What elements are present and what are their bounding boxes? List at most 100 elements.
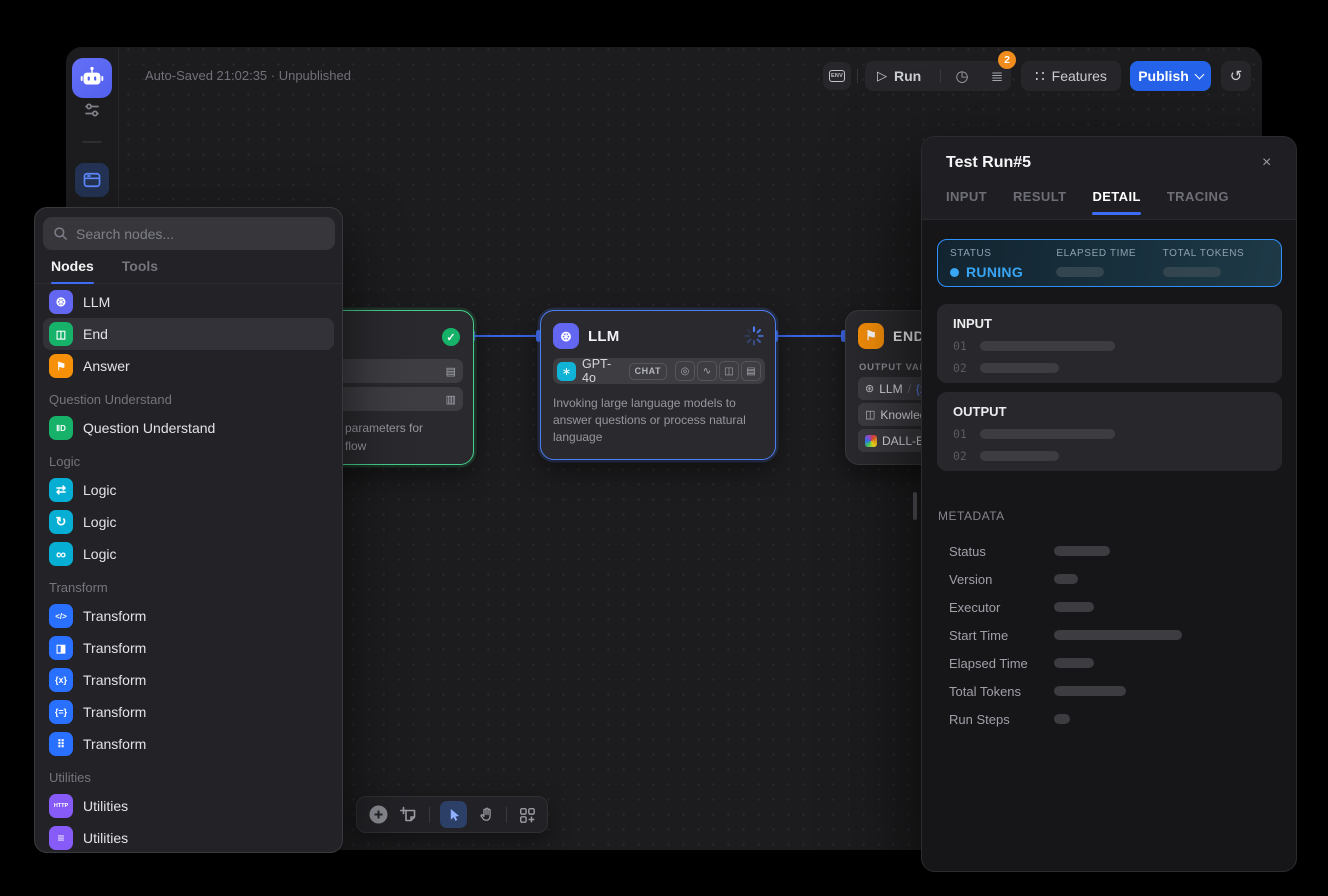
search-placeholder: Search nodes... (76, 226, 174, 242)
node-item-label: Logic (83, 546, 116, 562)
version-history-button[interactable]: ↺ (1221, 61, 1251, 91)
node-item-label: Question Understand (83, 420, 215, 436)
notification-badge: 2 (998, 51, 1016, 69)
sidebar-divider (82, 141, 102, 143)
publish-label: Publish (1138, 68, 1189, 84)
toolbar-divider (506, 807, 507, 823)
skeleton-value (1054, 630, 1182, 640)
node-panel-tab[interactable]: Nodes (51, 258, 94, 283)
metadata-row: Executor (949, 593, 1279, 621)
node-item[interactable]: ◫ End (43, 318, 334, 350)
node-item[interactable]: HTTP Utilities (43, 790, 334, 822)
hand-icon (478, 806, 495, 823)
start-node-description: parameters for flow (345, 419, 423, 455)
add-note-button[interactable] (400, 806, 418, 824)
toolbar-divider (429, 807, 430, 823)
model-selector[interactable]: ∗ GPT-4o CHAT ◎ ∿ ◫ ▤ (553, 358, 765, 384)
search-input[interactable]: Search nodes... (43, 217, 335, 250)
features-button[interactable]: ∷ Features (1021, 61, 1121, 91)
organize-nodes-button[interactable] (518, 806, 536, 824)
elapsed-time-column: ELAPSED TIME (1056, 248, 1162, 278)
io-card: INPUT 01 02 (937, 304, 1282, 383)
skeleton-value (980, 451, 1059, 461)
test-run-tab[interactable]: TRACING (1167, 189, 1229, 216)
success-check-icon: ✓ (442, 328, 460, 346)
env-variables-button[interactable]: ENV (823, 62, 851, 90)
pointer-tool-button[interactable] (440, 801, 467, 828)
features-label: Features (1052, 68, 1107, 84)
app-logo-robot-icon[interactable] (72, 58, 112, 98)
metadata-row: Elapsed Time (949, 649, 1279, 677)
robot-icon (79, 65, 105, 91)
test-run-tab[interactable]: INPUT (946, 189, 987, 216)
panel-scrollbar[interactable] (913, 492, 917, 520)
test-run-header: Test Run#5 × INPUT RESULT DETAIL TRACING (922, 137, 1296, 220)
node-group-label: Question Understand (43, 382, 334, 412)
node-panel-tabs: Nodes Tools (35, 254, 342, 284)
autosave-status: Auto-Saved 21:02:35 · Unpublished (145, 68, 351, 83)
test-run-tab[interactable]: RESULT (1013, 189, 1066, 216)
node-type-icon: ◫ (49, 322, 73, 346)
node-panel-tab[interactable]: Tools (122, 258, 158, 283)
run-button[interactable]: ▷ Run (865, 61, 933, 91)
llm-node-description: Invoking large language models to answer… (553, 395, 765, 446)
variable-source-icon: ◫ (865, 408, 875, 421)
skeleton-value (1054, 658, 1094, 668)
node-item[interactable]: </> Transform (43, 600, 334, 632)
node-type-icon: ⊛ (49, 290, 73, 314)
skeleton-value (1054, 602, 1094, 612)
node-type-icon: ≡ (49, 826, 73, 850)
io-row: 02 (953, 361, 1266, 375)
test-run-tab[interactable]: DETAIL (1092, 189, 1140, 216)
io-row: 02 (953, 449, 1266, 463)
edge-start-to-llm (474, 335, 537, 337)
line-number: 02 (953, 361, 967, 375)
skeleton-value (1054, 714, 1070, 724)
publish-button[interactable]: Publish (1130, 61, 1211, 91)
node-item[interactable]: ⇄ Logic (43, 474, 334, 506)
status-value: RUNING (966, 264, 1023, 280)
node-item[interactable]: ↻ Logic (43, 506, 334, 538)
end-node-icon: ⚑ (858, 323, 884, 349)
node-item[interactable]: ◨ Transform (43, 632, 334, 664)
test-run-panel: Test Run#5 × INPUT RESULT DETAIL TRACING… (921, 136, 1297, 872)
capability-icon: ◎ (675, 361, 695, 381)
node-item[interactable]: ⠿ Transform (43, 728, 334, 760)
preview-window-icon[interactable] (75, 163, 109, 197)
run-history-icon: ◷ (955, 67, 968, 85)
llm-node[interactable]: ⊛ LLM ∗ GPT-4o CHAT (540, 310, 776, 460)
add-node-button[interactable] (368, 804, 389, 825)
close-button[interactable]: × (1262, 154, 1271, 172)
status-card: STATUS RUNING ELAPSED TIME TOTAL TOKENS (937, 239, 1282, 287)
node-type-icon: ⇄ (49, 478, 73, 502)
node-item[interactable]: ≡ Utilities (43, 822, 334, 854)
node-item[interactable]: {=} Transform (43, 696, 334, 728)
node-type-icon: HTTP (49, 794, 73, 818)
node-item[interactable]: ⚑ Answer (43, 350, 334, 382)
node-item[interactable]: ⊛ LLM (43, 286, 334, 318)
search-icon (53, 226, 68, 241)
hand-tool-button[interactable] (478, 806, 495, 823)
node-item-label: Logic (83, 482, 116, 498)
node-type-icon: {x} (49, 668, 73, 692)
run-history-button[interactable]: ◷ (948, 61, 976, 91)
io-card: OUTPUT 01 02 (937, 392, 1282, 471)
run-group-divider (940, 69, 941, 83)
node-item[interactable]: ⅡD Question Understand (43, 412, 334, 444)
io-row: 01 (953, 427, 1266, 441)
node-item[interactable]: {x} Transform (43, 664, 334, 696)
node-group: Utilities HTTP Utilities ≡ Utilities (43, 760, 334, 854)
node-item[interactable]: ∞ Logic (43, 538, 334, 570)
node-item-label: Transform (83, 736, 146, 752)
close-icon: × (1262, 154, 1271, 171)
metadata-title: METADATA (938, 509, 1005, 523)
skeleton-value (1054, 686, 1126, 696)
variable-source-icon (865, 435, 877, 447)
workflow-settings-icon[interactable] (82, 100, 102, 120)
node-list: ⊛ LLM ◫ End ⚑ Answer (35, 282, 342, 858)
node-group-label: Logic (43, 444, 334, 474)
node-item-label: LLM (83, 294, 110, 310)
play-icon: ▷ (877, 68, 887, 84)
node-item-label: Utilities (83, 798, 128, 814)
elapsed-time-label: ELAPSED TIME (1056, 248, 1162, 259)
